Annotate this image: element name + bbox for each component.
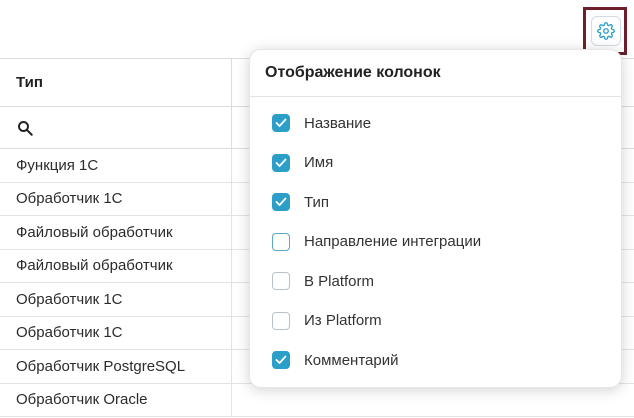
column-option[interactable]: Имя — [272, 153, 334, 172]
cell-type: Обработчик 1С — [0, 316, 232, 349]
check-icon — [275, 158, 287, 167]
checkbox-checked[interactable] — [272, 351, 290, 369]
column-option-label: Из Platform — [304, 312, 382, 329]
column-option[interactable]: Название — [272, 114, 371, 132]
column-option[interactable]: В Platform — [272, 272, 374, 290]
cell-type: Обработчик 1С — [0, 283, 232, 316]
checkbox-unchecked[interactable] — [272, 272, 290, 290]
column-header-type[interactable]: Тип — [0, 59, 232, 106]
column-option[interactable]: Из Platform — [272, 311, 382, 330]
checkbox-checked[interactable] — [272, 193, 290, 211]
column-option-label: Имя — [304, 154, 334, 171]
checkbox-checked[interactable] — [272, 114, 290, 132]
popup-title: Отображение колонок — [250, 50, 621, 97]
cell-type: Файловый обработчик — [0, 216, 232, 249]
cell-next — [232, 384, 634, 417]
column-option[interactable]: Направление интеграции — [272, 232, 482, 251]
gear-icon — [597, 22, 615, 40]
filter-cell-type[interactable] — [0, 107, 232, 148]
cell-type: Обработчик PostgreSQL — [0, 350, 232, 383]
column-settings-button[interactable] — [591, 16, 621, 46]
cell-type: Функция 1С — [0, 149, 232, 182]
table-row[interactable]: Обработчик Oracle — [0, 383, 634, 417]
column-option-label: Направление интеграции — [304, 233, 482, 250]
cell-type: Обработчик 1С — [0, 182, 232, 215]
check-icon — [275, 197, 287, 206]
checkbox-unchecked[interactable] — [272, 311, 290, 330]
column-visibility-popup: Отображение колонок Название Имя Тип Направ… — [249, 49, 622, 388]
column-option-label: Тип — [304, 193, 330, 211]
column-option[interactable]: Комментарий — [272, 351, 398, 369]
checkbox-checked[interactable] — [272, 153, 290, 172]
column-option-label: В Platform — [304, 272, 375, 290]
search-icon[interactable] — [16, 119, 34, 137]
checkbox-unchecked[interactable] — [272, 232, 290, 251]
column-option-label: Комментарий — [304, 351, 399, 369]
column-option[interactable]: Тип — [272, 193, 329, 211]
cell-type: Обработчик Oracle — [0, 383, 232, 416]
check-icon — [275, 355, 287, 364]
check-icon — [275, 118, 287, 127]
cell-type: Файловый обработчик — [0, 249, 232, 282]
column-option-label: Название — [304, 114, 372, 132]
settings-button-highlight — [583, 7, 627, 55]
